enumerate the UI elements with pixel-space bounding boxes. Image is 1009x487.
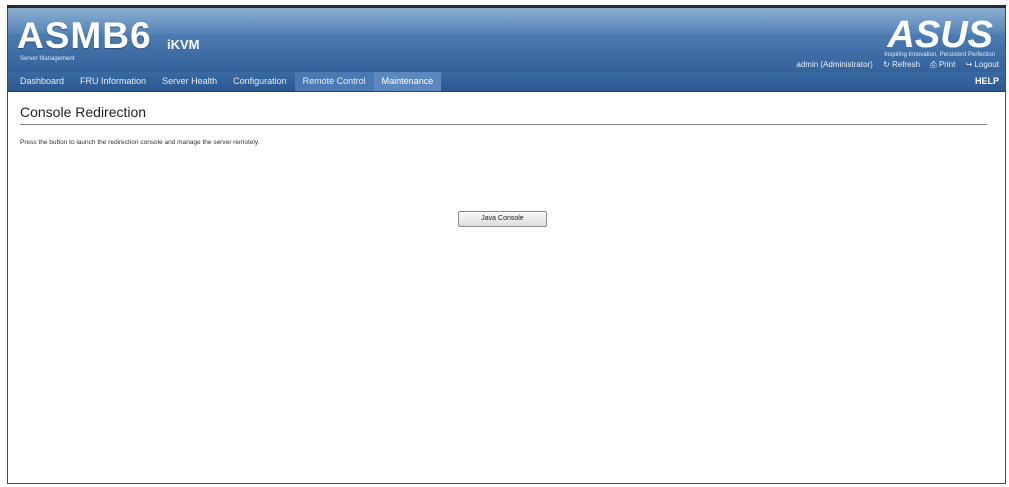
main-content: Console Redirection Press the button to … [8,104,1005,227]
page-title: Console Redirection [20,104,147,120]
app-header: ASMB6 iKVM Server Management ASUS Inspir… [8,8,1005,72]
title-divider [20,124,987,125]
brand-title: ASMB6 [17,15,152,56]
nav-item-fru-information[interactable]: FRU Information [72,72,154,91]
nav-item-maintenance[interactable]: Maintenance [373,72,442,91]
brand-subtitle: iKVM [167,37,200,52]
nav-item-configuration[interactable]: Configuration [225,72,295,91]
help-link[interactable]: HELP [975,72,999,91]
refresh-icon: ↻ [883,60,890,69]
print-label: Print [938,60,956,69]
print-icon: ⎙ [930,60,937,69]
logout-icon: ↪ [965,60,973,69]
brand-tagline: Server Management [20,56,75,62]
nav-item-server-health[interactable]: Server Health [154,72,225,91]
logout-label: Logout [974,60,999,69]
admin-user-link[interactable]: admin (Administrator) [796,60,872,69]
logo-text: ASUS [886,14,993,50]
logo-tagline: Inspiring Innovation, Persistent Perfect… [884,52,995,58]
utility-links: admin (Administrator) ↻ Refresh ⎙ Print … [788,60,999,70]
print-link[interactable]: ⎙ Print [930,60,955,69]
button-container: Java Console [458,207,547,227]
logout-link[interactable]: ↪ Logout [966,60,999,69]
refresh-label: Refresh [892,60,921,69]
refresh-link[interactable]: ↻ Refresh [883,60,920,69]
nav-item-dashboard[interactable]: Dashboard [12,72,72,91]
java-console-button[interactable]: Java Console [458,211,547,227]
main-nav: Dashboard FRU Information Server Health … [8,72,1005,92]
nav-item-remote-control[interactable]: Remote Control [294,72,374,91]
page-description: Press the button to launch the redirecti… [20,139,260,146]
asus-logo: ASUS [845,14,995,56]
browser-viewport: ASMB6 iKVM Server Management ASUS Inspir… [7,8,1006,484]
asus-logo-icon: ASUS [886,14,993,56]
